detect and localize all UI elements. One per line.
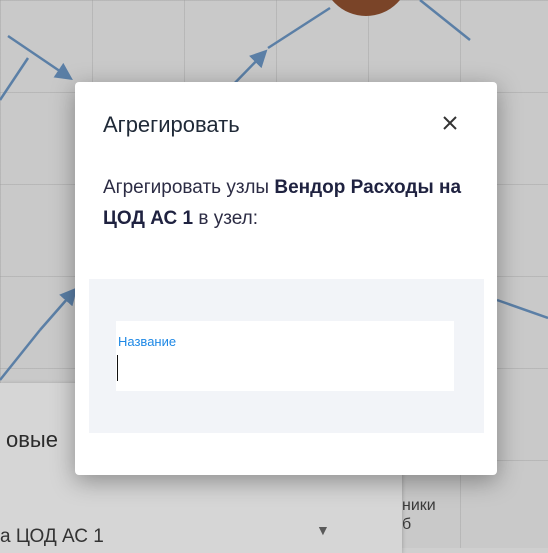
dialog-message-suffix: в узел:: [193, 208, 258, 229]
name-field-label: Название: [118, 334, 177, 349]
dropdown-arrow-icon: ▼: [316, 522, 330, 538]
name-field: Название: [116, 321, 454, 391]
close-button[interactable]: [435, 108, 465, 138]
graph-edge: [267, 6, 331, 50]
text-caret: [117, 355, 118, 381]
graph-edge: [39, 287, 78, 331]
background-side-text: ники: [402, 497, 436, 514]
graph-edge: [0, 57, 30, 101]
graph-edge: [7, 34, 73, 80]
background-side-text: б: [402, 516, 412, 533]
dialog-title: Агрегировать: [103, 112, 240, 137]
graph-edge: [0, 329, 41, 381]
dialog-message-prefix: Агрегировать узлы: [103, 177, 275, 198]
form-area: Название: [89, 279, 484, 433]
background-select-value: а ЦОД АС 1: [0, 526, 104, 547]
background-panel-title: овые: [6, 427, 58, 452]
aggregate-dialog: Агрегировать Агрегировать узлы Вендор Ра…: [75, 82, 497, 475]
close-icon: [443, 116, 457, 130]
dialog-message: Агрегировать узлы Вендор Расходы на ЦОД …: [103, 172, 463, 234]
graph-edge: [496, 298, 548, 320]
graph-edge: [419, 0, 471, 41]
name-input[interactable]: [116, 353, 438, 379]
